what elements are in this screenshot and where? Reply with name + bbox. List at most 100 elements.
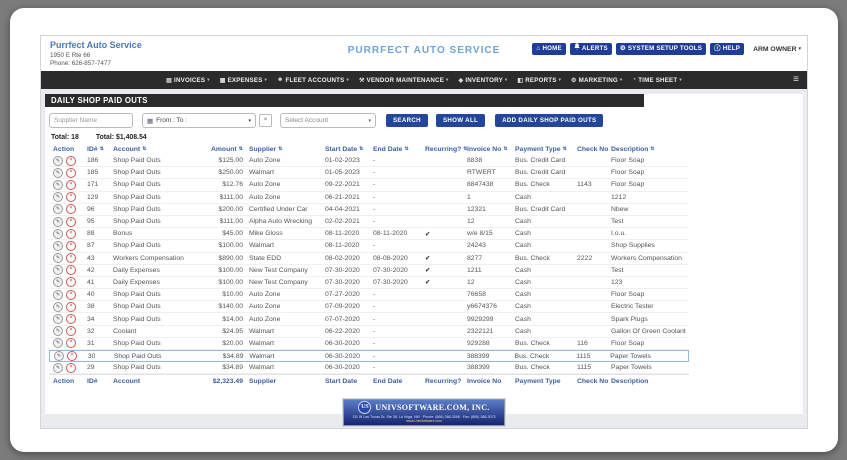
table-row[interactable]: ✎ × 41 Daily Expenses $100.00 New Test Compan… bbox=[49, 277, 689, 290]
system-setup-tools-label: SYSTEM SETUP TOOLS bbox=[627, 45, 703, 52]
edit-row-button[interactable]: ✎ bbox=[53, 167, 63, 178]
delete-row-button[interactable]: × bbox=[66, 314, 76, 325]
nav-fleet-accounts[interactable]: ☻ FLEET ACCOUNTS ▾ bbox=[277, 77, 349, 84]
nav-reports[interactable]: ◧ REPORTS ▾ bbox=[517, 77, 561, 84]
delete-row-button[interactable]: × bbox=[66, 326, 76, 337]
cell-start-date: 06-22-2020 bbox=[325, 327, 360, 335]
edit-row-button[interactable]: ✎ bbox=[53, 192, 63, 203]
table-row[interactable]: ✎ × 96 Shop Paid Outs $200.00 Certified Under… bbox=[49, 204, 689, 216]
delete-row-button[interactable]: × bbox=[66, 253, 76, 264]
delete-row-button[interactable]: × bbox=[66, 228, 76, 239]
table-row[interactable]: ✎ × 31 Shop Paid Outs $20.00 Walmart 06-30-202… bbox=[49, 338, 689, 350]
table-row[interactable]: ✎ × 34 Shop Paid Outs $14.00 Auto Zone 07-07-2… bbox=[49, 313, 689, 326]
table-row[interactable]: ✎ × 185 Shop Paid Outs $250.00 Walmart 01-05-2… bbox=[49, 167, 689, 180]
nav-invoices[interactable]: ▤ INVOICES ▾ bbox=[166, 77, 210, 84]
edit-row-button[interactable]: ✎ bbox=[53, 216, 63, 227]
search-button[interactable]: SEARCH bbox=[386, 114, 428, 127]
table-row[interactable]: ✎ × 42 Daily Expenses $100.00 New Test Compan… bbox=[49, 265, 689, 277]
table-row[interactable]: ✎ × 129 Shop Paid Outs $111.00 Auto Zone 06-21… bbox=[49, 192, 689, 204]
footer-invoice-no: Invoice No bbox=[467, 378, 502, 386]
delete-row-button[interactable]: × bbox=[66, 362, 76, 373]
col-header-recurring[interactable]: Recurring? ⇅ bbox=[421, 146, 467, 153]
delete-row-button[interactable]: × bbox=[66, 277, 76, 288]
user-menu[interactable]: ARM OWNER ▾ bbox=[753, 46, 801, 53]
delete-row-button[interactable]: × bbox=[66, 216, 76, 227]
delete-row-button[interactable]: × bbox=[66, 265, 76, 276]
delete-row-button[interactable]: × bbox=[66, 155, 76, 166]
edit-row-button[interactable]: ✎ bbox=[53, 179, 63, 190]
col-header-description[interactable]: Description ⇅ bbox=[611, 146, 689, 153]
univsoftware-logo[interactable]: US UNIVSOFTWARE.COM, INC. 111 W Las Tuna… bbox=[343, 399, 505, 427]
table-row[interactable]: ✎ × 171 Shop Paid Outs $12.76 Auto Zone 09-22-… bbox=[49, 179, 689, 192]
delete-row-button[interactable]: × bbox=[66, 167, 76, 178]
account-select[interactable]: Select Account ▾ bbox=[280, 113, 376, 128]
date-range-input[interactable]: ▦ From : To : ▾ bbox=[142, 113, 256, 128]
cell-amount: $125.00 bbox=[218, 157, 243, 165]
cell-end-date: - bbox=[373, 339, 376, 347]
home-button[interactable]: ⌂ HOME bbox=[532, 43, 566, 55]
nav-vendor-maintenance[interactable]: ⚒ VENDOR MAINTENANCE ▾ bbox=[359, 77, 449, 84]
table-row[interactable]: ✎ × 38 Shop Paid Outs $140.00 Auto Zone 07-09-… bbox=[49, 301, 689, 314]
col-header-payment-type[interactable]: Payment Type ⇅ bbox=[515, 146, 577, 153]
nav-time-sheet[interactable]: ◔ TIME SHEET ▾ bbox=[632, 77, 681, 84]
edit-row-button[interactable]: ✎ bbox=[53, 253, 63, 264]
table-row[interactable]: ✎ × 29 Shop Paid Outs $34.89 Walmart 06-30-202… bbox=[49, 362, 689, 375]
edit-row-button[interactable]: ✎ bbox=[53, 362, 63, 373]
edit-row-button[interactable]: ✎ bbox=[53, 338, 63, 349]
cell-end-date: 07-30-2020 bbox=[373, 266, 408, 274]
delete-row-button[interactable]: × bbox=[66, 301, 76, 312]
table-row[interactable]: ✎ × 87 Shop Paid Outs $100.00 Walmart 08-11-20… bbox=[49, 240, 689, 253]
table-row[interactable]: ✎ × 88 Bonus $45.00 Mike Gloss 08-11-2020 08-11… bbox=[49, 228, 689, 241]
delete-row-button[interactable]: × bbox=[66, 240, 76, 251]
edit-row-button[interactable]: ✎ bbox=[53, 301, 63, 312]
delete-row-button[interactable]: × bbox=[66, 338, 76, 349]
cell-id: 171 bbox=[87, 181, 99, 189]
edit-row-button[interactable]: ✎ bbox=[53, 240, 63, 251]
clear-date-button[interactable]: × bbox=[259, 114, 272, 127]
cell-invoice-no: y6674376 bbox=[467, 303, 497, 311]
show-all-button[interactable]: SHOW ALL bbox=[435, 114, 486, 127]
delete-row-button[interactable]: × bbox=[67, 351, 77, 362]
table-row[interactable]: ✎ × 30 Shop Paid Outs $34.89 Walmart 06-30-202… bbox=[49, 350, 689, 363]
col-header-amount[interactable]: Amount ⇅ bbox=[203, 146, 249, 153]
delete-row-button[interactable]: × bbox=[66, 289, 76, 300]
cell-payment-type: Bus. Check bbox=[515, 254, 550, 262]
alerts-button[interactable]: ALERTS bbox=[569, 43, 612, 55]
delete-row-button[interactable]: × bbox=[66, 192, 76, 203]
col-header-account[interactable]: Account ⇅ bbox=[113, 146, 203, 153]
edit-row-button[interactable]: ✎ bbox=[53, 228, 63, 239]
edit-row-button[interactable]: ✎ bbox=[53, 155, 63, 166]
sort-icon: ⇅ bbox=[650, 146, 655, 152]
col-header-invoice-no[interactable]: Invoice No ⇅ bbox=[467, 146, 515, 153]
col-header-end-date[interactable]: End Date ⇅ bbox=[373, 146, 421, 153]
col-header-id[interactable]: ID# ⇅ bbox=[87, 146, 113, 153]
edit-row-button[interactable]: ✎ bbox=[53, 326, 63, 337]
nav-inventory[interactable]: ◆ INVENTORY ▾ bbox=[459, 77, 508, 84]
supplier-name-input[interactable] bbox=[49, 113, 133, 128]
col-header-check-no[interactable]: Check No⇅ bbox=[577, 146, 611, 153]
system-setup-tools-button[interactable]: ⚙ SYSTEM SETUP TOOLS bbox=[615, 43, 707, 55]
table-row[interactable]: ✎ × 95 Shop Paid Outs $111.00 Alpha Auto Wrec… bbox=[49, 216, 689, 229]
add-daily-shop-paid-outs-button[interactable]: ADD DAILY SHOP PAID OUTS bbox=[495, 114, 604, 127]
help-button[interactable]: ⓘ HELP bbox=[710, 43, 745, 55]
edit-row-button[interactable]: ✎ bbox=[53, 289, 63, 300]
nav-expenses[interactable]: ▦ EXPENSES ▾ bbox=[220, 77, 267, 84]
nav-marketing[interactable]: ⚙ MARKETING ▾ bbox=[571, 77, 622, 84]
edit-row-button[interactable]: ✎ bbox=[53, 314, 63, 325]
edit-row-button[interactable]: ✎ bbox=[53, 204, 63, 215]
table-row[interactable]: ✎ × 43 Workers Compensation $890.00 State EDD… bbox=[49, 253, 689, 265]
edit-row-button[interactable]: ✎ bbox=[53, 265, 63, 276]
hamburger-menu-icon[interactable]: ≡ bbox=[793, 71, 799, 89]
table-row[interactable]: ✎ × 186 Shop Paid Outs $125.00 Auto Zone 01-02… bbox=[49, 155, 689, 168]
edit-row-button[interactable]: ✎ bbox=[53, 277, 63, 288]
delete-row-button[interactable]: × bbox=[66, 179, 76, 190]
delete-row-button[interactable]: × bbox=[66, 204, 76, 215]
table-row[interactable]: ✎ × 40 Shop Paid Outs $10.00 Auto Zone 07-27-2… bbox=[49, 289, 689, 302]
edit-row-button[interactable]: ✎ bbox=[54, 351, 64, 362]
col-header-supplier[interactable]: Supplier ⇅ bbox=[249, 146, 325, 153]
row-actions: ✎ × bbox=[49, 314, 87, 325]
table-row[interactable]: ✎ × 32 Coolant $24.95 Walmart 06-22-2020-23221… bbox=[49, 326, 689, 338]
cell-supplier: Walmart bbox=[249, 327, 275, 335]
col-header-start-date[interactable]: Start Date ⇅ bbox=[325, 146, 373, 153]
col-header-action[interactable]: Action bbox=[49, 146, 87, 153]
